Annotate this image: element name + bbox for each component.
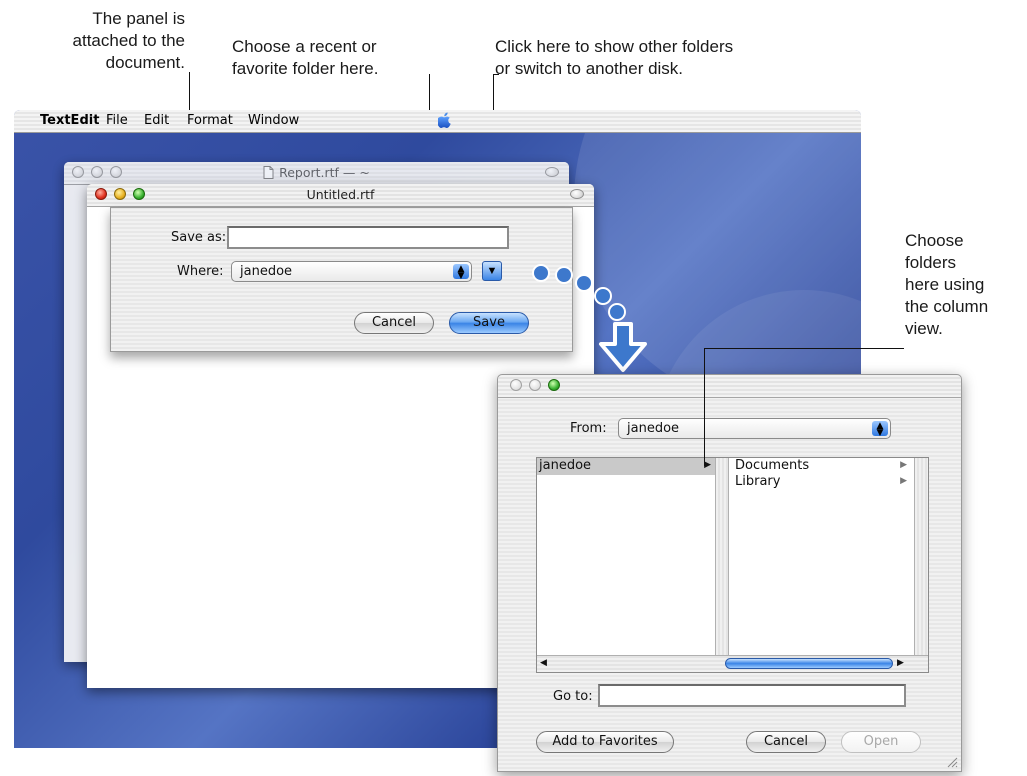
menu-app-textedit[interactable]: TextEdit (40, 113, 99, 128)
where-popup[interactable]: janedoe ▲ ▼ (231, 261, 472, 282)
browser-column-2: Documents ▶ Library ▶ (733, 458, 913, 655)
add-to-favorites-button[interactable]: Add to Favorites (536, 731, 674, 753)
scroll-left-icon[interactable]: ◀ (540, 657, 547, 668)
scroll-right-icon[interactable]: ▶ (897, 657, 904, 668)
menu-bar: TextEdit File Edit Format Window (14, 110, 861, 133)
triangle-right-icon: ▶ (900, 460, 907, 470)
annotation-panel-attached: The panel is attached to the document. (60, 8, 185, 74)
annotation-line: here using (905, 275, 985, 294)
save-sheet: Save as: Where: janedoe ▲ ▼ ▼ Cancel Save (110, 207, 573, 352)
expanded-save-dialog: From: janedoe ▲ ▼ janedoe ▶ Documents ▶ L… (497, 374, 962, 772)
resize-grip-icon[interactable] (946, 756, 958, 768)
toolbar-toggle-button[interactable] (570, 189, 584, 199)
annotation-line: attached to the (72, 31, 185, 50)
save-as-label: Save as: (171, 230, 227, 245)
titlebar-dialog[interactable] (498, 375, 961, 398)
annotation-recent-folder: Choose a recent or favorite folder here. (232, 36, 432, 80)
list-item[interactable]: Library ▶ (733, 474, 911, 490)
window-title: Untitled.rtf (306, 187, 375, 202)
window-title: Report.rtf — ~ (64, 165, 569, 180)
flow-arrow-down-icon (599, 322, 647, 372)
annotation-line: Click here to show other folders (495, 37, 734, 56)
menu-edit[interactable]: Edit (144, 113, 169, 128)
flow-dot (608, 303, 626, 321)
column-scrollbar[interactable] (715, 458, 729, 655)
flow-dot (575, 274, 593, 292)
leader-line-disclosure-top (493, 74, 499, 75)
annotation-column-view: Choose folders here using the column vie… (905, 230, 1020, 340)
annotation-line: document. (105, 53, 185, 72)
where-popup-value: janedoe (240, 264, 293, 279)
leader-line-column (704, 348, 904, 349)
list-item-label: janedoe (539, 458, 592, 473)
annotation-line: or switch to another disk. (495, 59, 684, 78)
annotation-line: view. (905, 319, 943, 338)
cancel-button[interactable]: Cancel (746, 731, 826, 753)
list-item[interactable]: janedoe ▶ (537, 458, 715, 475)
browser-column-1: janedoe ▶ (537, 458, 715, 655)
disclosure-triangle-down-icon[interactable]: ▼ (482, 261, 502, 281)
titlebar-report[interactable]: Report.rtf — ~ (64, 162, 569, 185)
annotation-line: Choose a recent or (232, 37, 377, 56)
column-scrollbar[interactable] (914, 458, 928, 655)
scroll-thumb[interactable] (725, 658, 893, 669)
list-item-label: Documents (735, 458, 810, 473)
save-button[interactable]: Save (449, 312, 529, 334)
menu-file[interactable]: File (106, 113, 128, 128)
goto-field[interactable] (598, 684, 906, 707)
annotation-line: favorite folder here. (232, 59, 379, 78)
close-button[interactable] (510, 379, 522, 391)
list-item-label: Library (735, 474, 781, 489)
leader-line-column-drop (704, 348, 705, 466)
toolbar-toggle-button[interactable] (545, 167, 559, 177)
flow-dot (594, 287, 612, 305)
horizontal-scrollbar[interactable]: ◀ ▶ (537, 655, 928, 672)
menu-format[interactable]: Format (187, 113, 233, 128)
flow-dot (555, 266, 573, 284)
popup-arrows-icon: ▲ ▼ (453, 264, 469, 281)
annotation-line: Choose (905, 231, 964, 250)
minimize-button[interactable] (529, 379, 541, 391)
annotation-other-folders: Click here to show other folders or swit… (495, 36, 815, 80)
goto-label: Go to: (553, 689, 593, 704)
document-icon (263, 166, 274, 179)
list-item[interactable]: Documents ▶ (733, 458, 911, 474)
menu-window[interactable]: Window (248, 113, 299, 128)
popup-arrows-icon: ▲ ▼ (872, 421, 888, 438)
annotation-line: The panel is (92, 9, 185, 28)
open-button[interactable]: Open (841, 731, 921, 753)
annotation-line: the column (905, 297, 989, 316)
cancel-button[interactable]: Cancel (354, 312, 434, 334)
apple-logo-icon[interactable] (438, 112, 452, 128)
triangle-right-icon: ▶ (900, 476, 907, 486)
titlebar-untitled[interactable]: Untitled.rtf (87, 184, 594, 207)
from-popup-value: janedoe (627, 421, 680, 436)
annotation-line: folders (905, 253, 957, 272)
triangle-right-icon: ▶ (704, 460, 711, 470)
where-label: Where: (177, 264, 224, 279)
save-as-field[interactable] (227, 226, 509, 249)
column-browser: janedoe ▶ Documents ▶ Library ▶ ◀ ▶ (536, 457, 929, 673)
window-title-text: Report.rtf — ~ (279, 165, 370, 180)
zoom-button[interactable] (548, 379, 560, 391)
from-label: From: (570, 421, 607, 436)
from-popup[interactable]: janedoe ▲ ▼ (618, 418, 891, 439)
flow-dot (532, 264, 550, 282)
